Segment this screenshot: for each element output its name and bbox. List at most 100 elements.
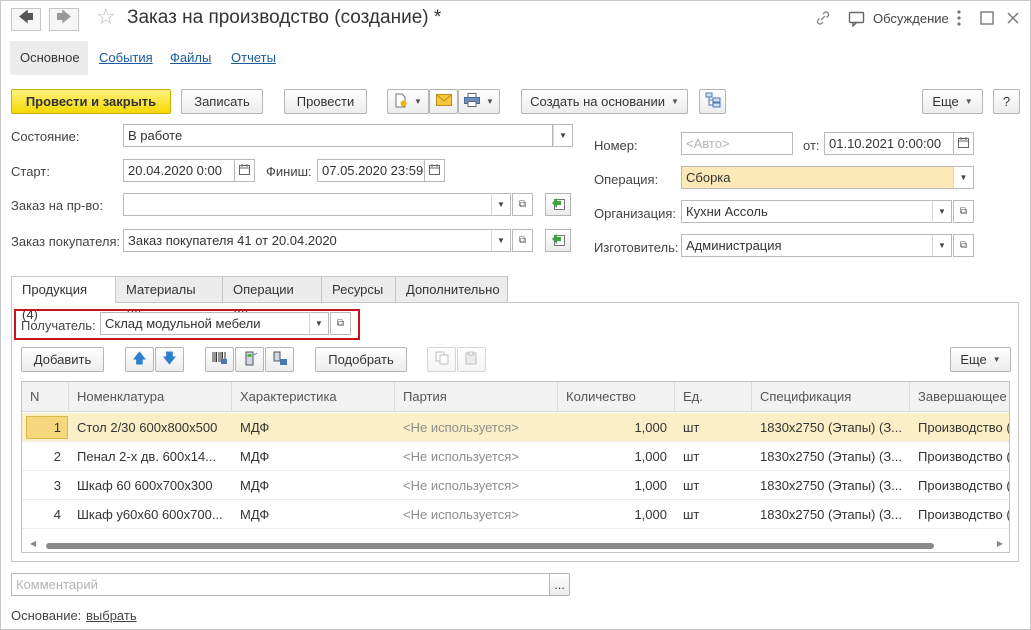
production-order-field[interactable] [123,193,492,216]
tab-resources[interactable]: Ресурсы [321,276,396,303]
organization-field[interactable]: Кухни Ассоль [681,200,933,223]
maker-open-button[interactable]: ⧉ [953,234,974,257]
cell-nomenclature: Шкаф 60 600х700х300 [77,478,213,493]
paste-icon [465,351,479,368]
finish-date-field[interactable]: 07.05.2020 23:59 [317,159,425,182]
move-down-button[interactable]: 🡇 [155,347,184,372]
email-button[interactable] [429,89,458,114]
operation-field[interactable]: Сборка [681,166,954,189]
operation-dropdown[interactable]: ▼ [953,166,974,189]
tab-materials[interactable]: Материалы (6) [115,276,223,322]
number-field[interactable]: <Авто> [681,132,793,155]
move-up-button[interactable]: 🡅 [125,347,154,372]
column-header-quantity[interactable]: Количество [558,382,675,412]
table-header: N Номенклатура Характеристика Партия Кол… [22,382,1009,412]
scroll-left-icon[interactable]: ◀ [30,539,36,548]
document-date-field[interactable]: 01.10.2021 0:00:00 [824,132,954,155]
terminal-icon [272,351,288,369]
fill-button[interactable] [265,347,294,372]
scrollbar-thumb[interactable] [46,543,934,549]
scroll-right-icon[interactable]: ▶ [997,539,1003,548]
tab-operations[interactable]: Операции (9) [222,276,322,322]
document-icon [394,93,408,111]
paste-rows-button[interactable] [457,347,486,372]
section-files[interactable]: Файлы [170,41,211,75]
column-header-nomenclature[interactable]: Номенклатура [69,382,232,412]
pick-button[interactable]: Подобрать [315,347,407,372]
document-date-calendar-button[interactable] [953,132,974,155]
comment-field[interactable]: Комментарий [11,573,550,596]
print-dropdown[interactable]: ▼ [458,89,500,114]
copy-icon [435,351,449,368]
back-button[interactable]: 🡄 [11,8,41,31]
star-icon[interactable]: ☆ [96,6,116,28]
table-more-button[interactable]: Еще ▼ [950,347,1011,372]
state-dropdown[interactable]: ▼ [553,124,573,147]
structure-button[interactable] [699,89,726,114]
customer-order-field[interactable]: Заказ покупателя 41 от 20.04.2020 [123,229,492,252]
table-row[interactable]: 3 Шкаф 60 600х700х300 МДФ <Не использует… [22,471,1009,500]
production-order-open-button[interactable]: ⧉ [512,193,533,216]
save-button[interactable]: Записать [181,89,263,114]
finish-calendar-button[interactable] [424,159,445,182]
customer-order-open-button[interactable]: ⧉ [512,229,533,252]
operation-label: Операция: [594,172,659,187]
table-more-label: Еще [960,352,987,367]
column-header-characteristic[interactable]: Характеристика [232,382,395,412]
more-button[interactable]: Еще ▼ [922,89,983,114]
maker-label: Изготовитель: [594,240,679,255]
chevron-down-icon: ▼ [938,207,946,216]
column-header-unit[interactable]: Ед. [675,382,752,412]
organization-dropdown[interactable]: ▼ [932,200,952,223]
create-based-on-label: Создать на основании [530,94,665,109]
customer-order-dropdown[interactable]: ▼ [491,229,511,252]
cell-characteristic: МДФ [240,449,270,464]
customer-order-select-button[interactable] [545,229,571,252]
discussion-label[interactable]: Обсуждение [873,11,949,26]
column-header-n[interactable]: N [22,382,69,412]
create-document-dropdown[interactable]: ▼ [387,89,429,114]
table-row[interactable]: 2 Пенал 2-х дв. 600х14... МДФ <Не исполь… [22,442,1009,471]
recipient-highlight [14,309,360,340]
column-header-batch[interactable]: Партия [395,382,558,412]
column-header-specification[interactable]: Спецификация [752,382,910,412]
post-button[interactable]: Провести [284,89,367,114]
tab-additional[interactable]: Дополнительно [395,276,508,303]
section-main[interactable]: Основное [10,41,88,75]
barcode-button[interactable] [205,347,234,372]
maker-dropdown[interactable]: ▼ [932,234,952,257]
production-order-select-button[interactable] [545,193,571,216]
create-based-on-button[interactable]: Создать на основании ▼ [521,89,688,114]
start-calendar-button[interactable] [234,159,255,182]
table-row[interactable]: 4 Шкаф у60х60 600х700... МДФ <Не использ… [22,500,1009,529]
organization-open-button[interactable]: ⧉ [953,200,974,223]
arrow-right-icon: 🡆 [56,9,72,26]
comment-expand-button[interactable]: ... [549,573,570,596]
copy-rows-button[interactable] [427,347,456,372]
column-header-final[interactable]: Завершающее [910,382,1009,412]
state-field[interactable]: В работе [123,124,553,147]
products-table[interactable]: N Номенклатура Характеристика Партия Кол… [21,381,1010,553]
data-collection-button[interactable] [235,347,264,372]
post-and-close-button[interactable]: Провести и закрыть [11,89,171,114]
cell-unit: шт [683,507,700,522]
section-events[interactable]: События [99,41,153,75]
table-row[interactable]: 1 Стол 2/30 600х800х500 МДФ <Не использу… [22,413,1009,442]
help-button[interactable]: ? [993,89,1020,114]
basis-select-link[interactable]: выбрать [86,608,137,623]
production-order-dropdown[interactable]: ▼ [491,193,511,216]
discussion-icon[interactable] [848,11,866,32]
more-vert-icon[interactable] [956,9,962,32]
maximize-icon[interactable] [980,11,994,30]
start-date-field[interactable]: 20.04.2020 0:00 [123,159,235,182]
link-icon[interactable] [815,10,831,31]
forward-button[interactable]: 🡆 [49,8,79,31]
cell-n: 1 [53,420,61,435]
cell-unit: шт [683,478,700,493]
add-row-button[interactable]: Добавить [21,347,104,372]
horizontal-scrollbar[interactable]: ◀ ▶ [22,538,1009,552]
close-icon[interactable] [1006,11,1020,30]
maker-field[interactable]: Администрация [681,234,933,257]
tab-products[interactable]: Продукция (4) [11,276,116,322]
section-reports[interactable]: Отчеты [231,41,276,75]
